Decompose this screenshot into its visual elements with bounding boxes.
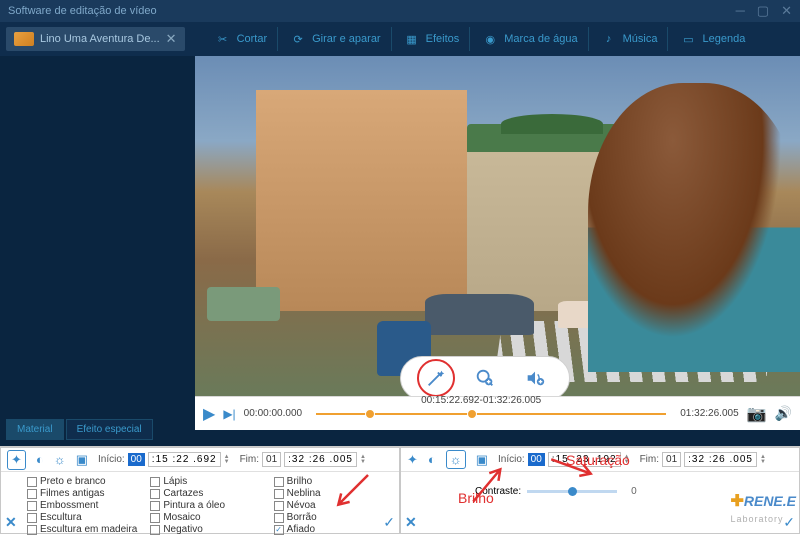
watermark-icon: ◉ [480,29,500,49]
titlebar: Software de editação de vídeo ─ ▢ ✕ [0,0,800,22]
brightness-tab-icon[interactable]: ☼ [54,452,66,467]
timeline: ▶ ▶| 00:00:00.000 00:15:22.692-01:32:26.… [195,396,800,430]
effect-checkbox[interactable]: Filmes antigas [27,488,142,499]
main-toolbar: Lino Uma Aventura De... ✕ ✂Cortar ⟳Girar… [0,22,800,56]
snapshot-icon[interactable]: 📷 [747,404,767,424]
video-frame[interactable] [195,56,800,396]
scissors-icon: ✂ [213,29,233,49]
timecode-end: 01:32:26.005 [680,408,738,419]
wand-tab-icon[interactable]: ✦ [7,450,26,470]
next-frame-button[interactable]: ▶| [223,407,235,421]
timeline-track[interactable]: 00:15:22.692-01:32:26.005 [316,409,666,419]
panel-cancel-button[interactable]: ✕ [405,514,417,531]
file-thumb-icon [14,32,34,46]
magic-wand-icon[interactable] [420,362,452,394]
trim-handle-start[interactable] [365,409,375,419]
volume-icon[interactable]: 🔊 [775,405,792,422]
contrast-tab-icon[interactable]: ◐ [36,452,44,467]
file-tab-label: Lino Uma Aventura De... [40,33,160,45]
tool-musica[interactable]: ♪Música [593,27,664,51]
effect-checkbox[interactable]: Cartazes [150,488,265,499]
fim-spinner-r[interactable]: ▲▼ [760,455,766,465]
tool-efeitos[interactable]: ▦Efeitos [396,27,466,51]
wand-tab-icon[interactable]: ✦ [407,452,418,468]
effect-checkbox[interactable]: Lápis [150,476,265,487]
trim-handle-playhead[interactable] [467,409,477,419]
crop-tab-icon[interactable]: ▣ [476,452,488,468]
inicio-time-input[interactable]: Início: 00 :15 :22 .692 ▲▼ [98,452,230,467]
effect-checkbox[interactable]: Brilho [274,476,389,487]
effects-list-panel: ✦ ◐ ☼ ▣ Início: 00 :15 :22 .692 ▲▼ Fim: … [0,447,400,534]
zoom-in-icon[interactable] [469,362,501,394]
crop-tab-icon[interactable]: ▣ [76,452,88,468]
tool-legenda[interactable]: ▭Legenda [672,27,751,51]
effect-checkbox[interactable]: Preto e branco [27,476,142,487]
inicio-spinner[interactable]: ▲▼ [224,455,230,465]
contrast-tab-icon[interactable]: ◐ [428,452,436,467]
source-file-tab[interactable]: Lino Uma Aventura De... ✕ [6,27,185,51]
fim-time-input-r[interactable]: Fim: 01 :32 :26 .005 ▲▼ [640,452,766,467]
tool-cortar[interactable]: ✂Cortar [207,27,274,51]
material-panel: Material Efeito especial [0,56,195,446]
minimize-button[interactable]: ─ [736,3,745,19]
timecode-start: 00:00:00.000 [244,408,302,419]
close-button[interactable]: ✕ [781,3,792,19]
effect-checkbox[interactable]: Neblina [274,488,389,499]
panel-ok-button[interactable]: ✓ [383,514,395,531]
effect-checkbox[interactable]: Embossment [27,500,142,511]
contraste-value: 0 [631,486,637,497]
rotate-icon: ⟳ [288,29,308,49]
music-icon: ♪ [599,29,619,49]
audio-add-icon[interactable] [519,362,551,394]
annotation-label-saturacao: Saturação [566,452,630,468]
tab-material[interactable]: Material [6,419,64,440]
fim-time-input[interactable]: Fim: 01 :32 :26 .005 ▲▼ [240,452,366,467]
tool-girar[interactable]: ⟳Girar e aparar [282,27,386,51]
file-tab-close-icon[interactable]: ✕ [166,31,177,47]
effect-checkbox[interactable]: Névoa [274,500,389,511]
tab-efeito-especial[interactable]: Efeito especial [66,419,153,440]
maximize-button[interactable]: ▢ [757,3,769,19]
brightness-tab-icon[interactable]: ☼ [446,450,466,469]
tool-marca[interactable]: ◉Marca de água [474,27,583,51]
effect-checkbox[interactable]: Pintura a óleo [150,500,265,511]
window-title: Software de editação de vídeo [8,5,736,17]
play-button[interactable]: ▶ [203,404,215,424]
watermark: ✚RENE.E Laboratory [730,491,796,525]
preview-area: ▶ ▶| 00:00:00.000 00:15:22.692-01:32:26.… [195,56,800,446]
contraste-slider[interactable] [527,490,617,493]
fim-spinner[interactable]: ▲▼ [360,455,366,465]
film-icon: ▦ [402,29,422,49]
subtitle-icon: ▭ [678,29,698,49]
timecode-range: 00:15:22.692-01:32:26.005 [421,395,541,406]
annotation-label-brilho: Brilho [458,490,494,506]
effect-balloon [400,356,570,396]
panel-cancel-button[interactable]: ✕ [5,514,17,531]
